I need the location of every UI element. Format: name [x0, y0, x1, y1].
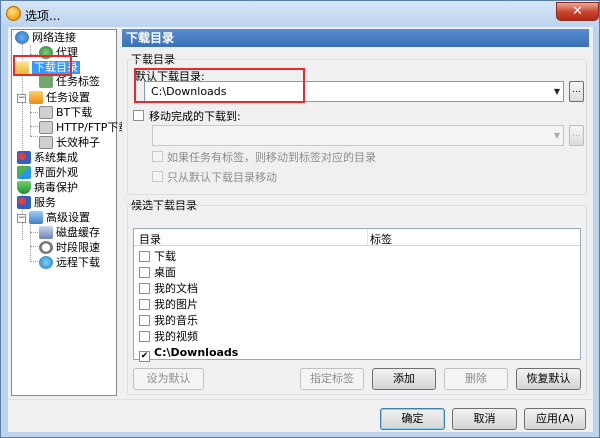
list-header: 目录 标签	[134, 229, 580, 246]
dialog-client: 网络连接 代理 下载目录 任务标签 − 任务设置 BT下载 HTTP/FTP下载…	[8, 27, 593, 432]
service-icon	[17, 196, 31, 209]
app-icon	[6, 6, 21, 21]
highlight-box	[134, 68, 305, 103]
tag-move-label: 如果任务有标签，则移动到标签对应的目录	[167, 151, 376, 164]
download-dir-panel: 下载目录 下载目录 默认下载目录: C:\Downloads ▼ ... 移动完…	[122, 29, 589, 396]
tree-item-disk-cache[interactable]: 磁盘缓存	[39, 225, 100, 241]
browse-default-button[interactable]: ...	[569, 81, 584, 102]
disk-icon	[39, 226, 53, 239]
list-item[interactable]: 桌面	[139, 266, 176, 282]
collapse-toggle[interactable]: −	[17, 94, 26, 103]
remote-icon	[39, 256, 53, 269]
row-checkbox-checked[interactable]: ✔	[139, 351, 150, 362]
tree-item-appearance[interactable]: 界面外观	[17, 165, 78, 181]
tag-move-checkbox[interactable]	[152, 151, 163, 162]
tree-item-system[interactable]: 系统集成	[17, 150, 78, 166]
cancel-button[interactable]: 取消	[452, 408, 517, 430]
list-item[interactable]: 下载	[139, 250, 176, 266]
advanced-icon	[29, 211, 43, 224]
bt-icon	[39, 106, 53, 119]
row-checkbox[interactable]	[139, 315, 150, 326]
dialog-footer: 确定 取消 应用(A)	[8, 399, 593, 432]
tree-item-advanced[interactable]: 高级设置	[29, 210, 90, 226]
settings-tree: 网络连接 代理 下载目录 任务标签 − 任务设置 BT下载 HTTP/FTP下载…	[11, 29, 129, 396]
http-icon	[39, 121, 53, 134]
task-settings-icon	[29, 91, 43, 104]
list-item[interactable]: 我的文档	[139, 282, 198, 298]
tag-icon	[39, 75, 53, 88]
shield-icon	[17, 181, 31, 194]
apply-button[interactable]: 应用(A)	[524, 408, 586, 430]
network-icon	[15, 31, 29, 44]
list-item[interactable]: 我的视频	[139, 330, 198, 346]
delete-button[interactable]: 删除	[444, 368, 508, 390]
column-header-dir[interactable]: 目录	[139, 231, 161, 247]
restore-default-button[interactable]: 恢复默认	[516, 368, 581, 390]
tree-item-antivirus[interactable]: 病毒保护	[17, 180, 78, 196]
close-button[interactable]: ✕	[556, 2, 599, 21]
add-button[interactable]: 添加	[372, 368, 436, 390]
only-default-checkbox[interactable]	[152, 171, 163, 182]
window-title: 选项...	[25, 9, 61, 23]
only-default-label: 只从默认下载目录移动	[167, 171, 277, 184]
options-window: 选项... ✕ 网络连接 代理 下载目录 任务标签 − 任务设置 BT下载 HT…	[0, 0, 600, 438]
tree-item-remote[interactable]: 远程下载	[39, 255, 100, 271]
list-item[interactable]: 我的音乐	[139, 314, 198, 330]
column-header-tag[interactable]: 标签	[370, 231, 392, 247]
tree-item-network[interactable]: 网络连接	[15, 30, 76, 46]
title-bar[interactable]: 选项... ✕	[1, 1, 599, 27]
collapse-toggle[interactable]: −	[17, 214, 26, 223]
row-checkbox[interactable]	[139, 299, 150, 310]
tree-item-task-settings[interactable]: 任务设置	[29, 90, 90, 106]
panel-title: 下载目录	[122, 29, 589, 47]
move-completed-checkbox[interactable]	[133, 110, 144, 121]
row-checkbox[interactable]	[139, 283, 150, 294]
ok-button[interactable]: 确定	[380, 408, 445, 430]
assign-tag-button[interactable]: 指定标签	[300, 368, 364, 390]
row-checkbox[interactable]	[139, 331, 150, 342]
tree-item-bt[interactable]: BT下载	[39, 105, 92, 121]
list-item[interactable]: ✔ C:\Downloads	[139, 346, 238, 362]
browse-move-button[interactable]: ...	[569, 125, 584, 146]
appearance-icon	[17, 166, 31, 179]
tree-item-task-tags[interactable]: 任务标签	[39, 74, 100, 90]
tree-item-http-ftp[interactable]: HTTP/FTP下载	[39, 120, 129, 136]
tree-item-rate-limit[interactable]: 时段限速	[39, 240, 100, 256]
set-default-button[interactable]: 设为默认	[133, 368, 204, 390]
row-checkbox[interactable]	[139, 267, 150, 278]
clock-icon	[39, 241, 53, 254]
chevron-down-icon: ▼	[553, 87, 560, 96]
seed-icon	[39, 136, 53, 149]
users-icon	[17, 151, 31, 164]
move-completed-combo[interactable]: ▼	[152, 125, 564, 146]
move-completed-label: 移动完成的下载到:	[149, 110, 241, 123]
tree-item-long-seed[interactable]: 长效种子	[39, 135, 100, 151]
tree-item-service[interactable]: 服务	[17, 195, 56, 211]
chevron-down-icon: ▼	[553, 131, 560, 140]
row-checkbox[interactable]	[139, 251, 150, 262]
list-item[interactable]: 我的图片	[139, 298, 198, 314]
highlight-box	[13, 55, 72, 76]
candidate-dir-list: 目录 标签 下载 桌面 我的文档 我的图片 我的音乐 我的视频 ✔ C:\Down…	[133, 228, 581, 362]
